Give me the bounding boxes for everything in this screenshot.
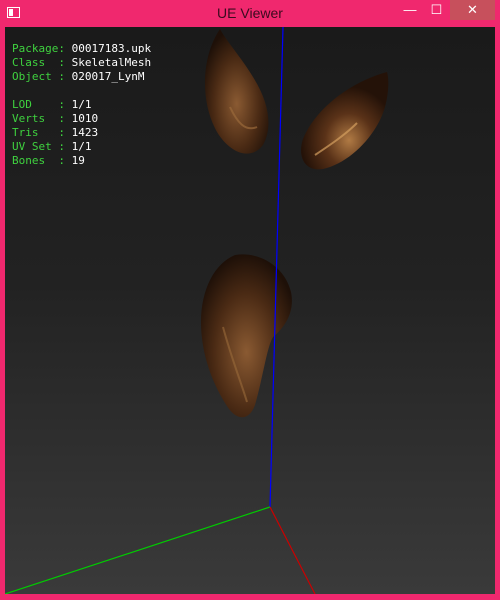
info-label: Tris : (12, 126, 65, 139)
tail-mesh (201, 254, 292, 418)
info-label: Verts : (12, 112, 65, 125)
left-ear-mesh (204, 29, 269, 154)
info-label: Bones : (12, 154, 65, 167)
mesh-info-panel: Package: 00017183.upk Class : SkeletalMe… (12, 42, 151, 168)
info-bones: Bones : 19 (12, 154, 151, 168)
info-value: SkeletalMesh (71, 56, 152, 69)
info-label: UV Set : (12, 140, 65, 153)
info-label: Package: (12, 42, 65, 55)
info-value: 1/1 (71, 140, 92, 153)
info-label: LOD : (12, 98, 65, 111)
info-value: 1/1 (71, 98, 92, 111)
right-ear-mesh (301, 72, 389, 170)
info-uvset: UV Set : 1/1 (12, 140, 151, 154)
info-value: 1423 (71, 126, 99, 139)
info-lod: LOD : 1/1 (12, 98, 151, 112)
info-tris: Tris : 1423 (12, 126, 151, 140)
viewport[interactable]: Package: 00017183.upk Class : SkeletalMe… (5, 27, 495, 594)
info-value: 1010 (71, 112, 99, 125)
info-class: Class : SkeletalMesh (12, 56, 151, 70)
close-button[interactable]: ✕ (450, 0, 495, 20)
info-value: 00017183.upk (71, 42, 152, 55)
minimize-button[interactable]: — (397, 0, 423, 20)
info-object: Object : 020017_LynM (12, 70, 151, 84)
info-value: 19 (71, 154, 85, 167)
info-label: Class : (12, 56, 65, 69)
maximize-button[interactable]: ☐ (423, 0, 450, 20)
title-bar[interactable]: UE Viewer — ☐ ✕ (0, 0, 500, 27)
info-label: Object : (12, 70, 65, 83)
info-package: Package: 00017183.upk (12, 42, 151, 56)
x-axis-line (269, 506, 316, 594)
info-verts: Verts : 1010 (12, 112, 151, 126)
viewer-window: UE Viewer — ☐ ✕ Package: 00017183.upk Cl… (0, 0, 500, 600)
info-value: 020017_LynM (71, 70, 145, 83)
y-axis-line (5, 506, 271, 594)
